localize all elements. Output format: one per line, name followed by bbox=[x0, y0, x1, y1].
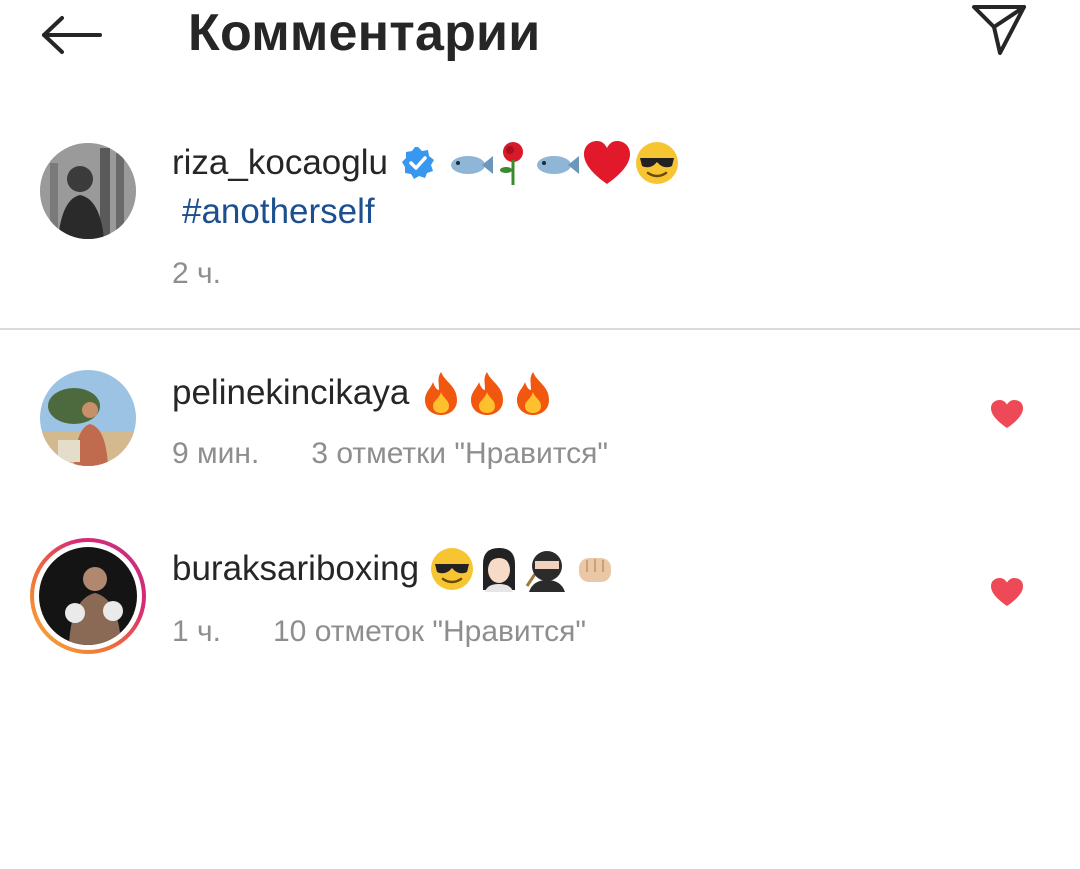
comment-emojis bbox=[429, 546, 619, 592]
likes-count-link[interactable]: 10 отметок "Нравится" bbox=[273, 615, 586, 649]
username[interactable]: pelinekincikaya bbox=[172, 373, 409, 413]
comment-time: 9 мин. bbox=[172, 437, 260, 470]
sunglasses-face-icon bbox=[431, 548, 474, 590]
fire-icon bbox=[471, 372, 504, 415]
arrow-left-icon bbox=[42, 16, 102, 54]
username[interactable]: riza_kocaoglu bbox=[172, 143, 388, 183]
top-bar: Комментарии bbox=[0, 0, 1080, 66]
caption-emojis bbox=[446, 140, 682, 186]
red-heart-icon bbox=[583, 141, 630, 184]
avatar-story-ring[interactable] bbox=[30, 538, 146, 654]
avatar bbox=[39, 547, 137, 645]
rose-icon bbox=[499, 142, 523, 185]
avatar[interactable] bbox=[40, 143, 136, 239]
heart-filled-icon bbox=[991, 400, 1023, 428]
oncoming-fist-icon bbox=[579, 558, 612, 582]
paper-plane-icon bbox=[972, 5, 1026, 55]
caption-time: 2 ч. bbox=[172, 257, 221, 290]
back-button[interactable] bbox=[36, 8, 108, 62]
comment-emojis bbox=[419, 370, 557, 416]
comment-line: pelinekincikaya bbox=[172, 370, 557, 416]
likes-count-link[interactable]: 3 отметки "Нравится" bbox=[311, 437, 608, 471]
sunglasses-face-icon bbox=[635, 142, 678, 184]
fire-icon bbox=[425, 372, 458, 415]
hashtag-link[interactable]: #anotherself bbox=[182, 192, 375, 232]
share-button[interactable] bbox=[966, 0, 1032, 60]
comment-meta: 1 ч. 10 отметок "Нравится" bbox=[172, 614, 586, 650]
comment-line: buraksariboxing bbox=[172, 546, 619, 592]
page-title: Комментарии bbox=[188, 4, 541, 62]
divider bbox=[0, 328, 1080, 330]
like-button[interactable] bbox=[987, 572, 1027, 612]
like-button[interactable] bbox=[987, 394, 1027, 434]
woman-icon bbox=[483, 548, 516, 592]
avatar[interactable] bbox=[40, 370, 136, 466]
fish-icon bbox=[450, 156, 493, 174]
comment-time: 1 ч. bbox=[172, 615, 221, 648]
verified-badge-icon bbox=[401, 147, 434, 179]
username[interactable]: buraksariboxing bbox=[172, 549, 419, 589]
fire-icon bbox=[517, 372, 550, 415]
ninja-icon bbox=[525, 551, 566, 592]
comment-meta: 9 мин. 3 отметки "Нравится" bbox=[172, 436, 608, 472]
caption-line: riza_kocaoglu bbox=[172, 140, 682, 186]
heart-filled-icon bbox=[991, 578, 1023, 606]
fish-icon bbox=[536, 156, 579, 174]
